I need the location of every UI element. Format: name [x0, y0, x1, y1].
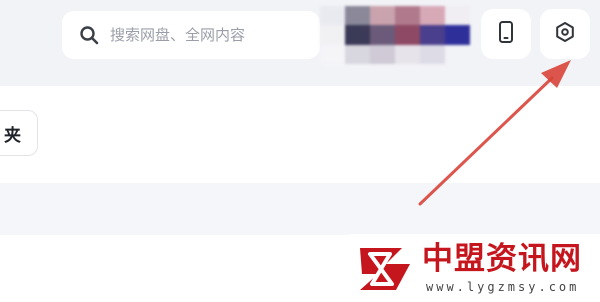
top-bar — [0, 0, 600, 86]
phone-button[interactable] — [481, 9, 531, 59]
avatar[interactable] — [320, 6, 470, 64]
watermark-logo-icon — [360, 248, 410, 290]
watermark-url: www.lygzmsy.com — [426, 280, 580, 294]
phone-icon — [495, 20, 517, 48]
search-icon — [78, 24, 100, 46]
settings-icon — [553, 20, 577, 48]
new-folder-button[interactable]: 夹 — [0, 110, 38, 156]
watermark-title: 中盟资讯网 — [422, 241, 582, 277]
search-input[interactable] — [108, 25, 312, 45]
settings-button[interactable] — [540, 9, 590, 59]
folder-button-label: 夹 — [4, 125, 21, 146]
list-row — [0, 183, 600, 235]
search-box[interactable] — [62, 11, 320, 59]
watermark: 中盟资讯网 www.lygzmsy.com — [350, 234, 600, 302]
